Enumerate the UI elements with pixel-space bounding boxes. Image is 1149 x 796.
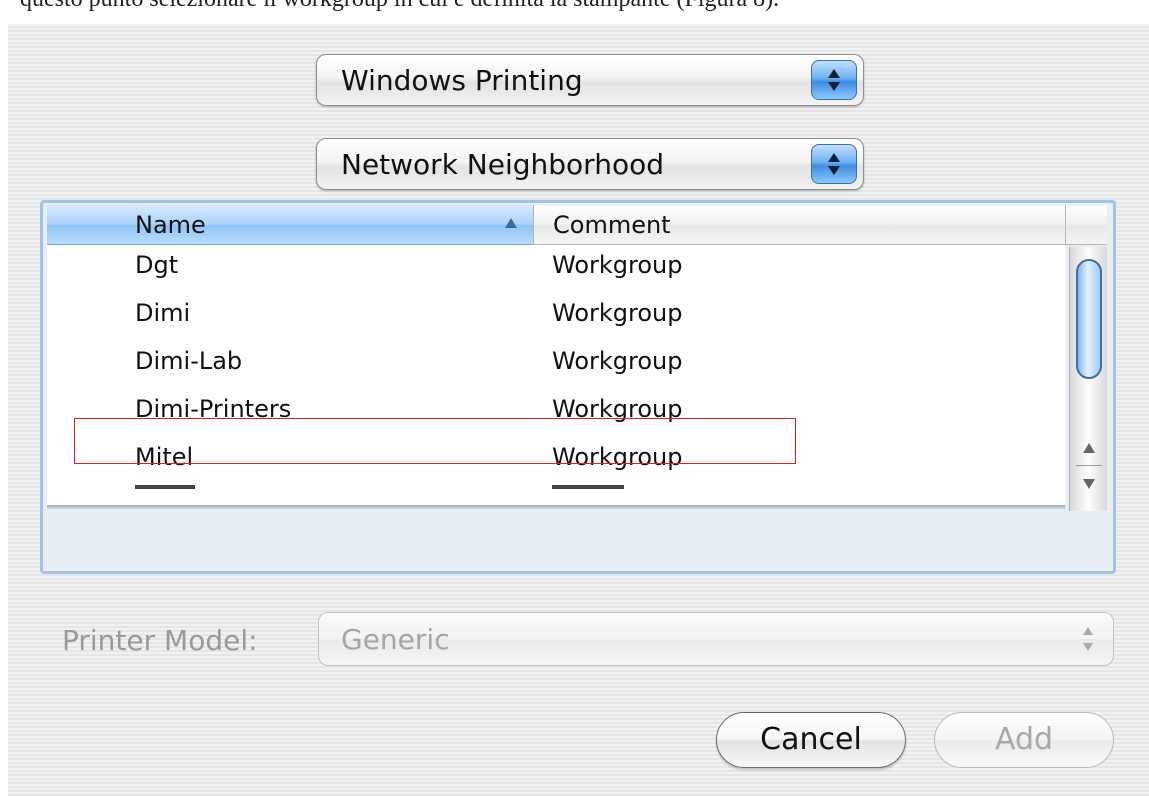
table-bottom-shadow	[47, 505, 1065, 510]
table-header: Name Comment	[47, 205, 1065, 245]
document-caption-text: questo punto selezionare il workgroup in…	[20, 0, 779, 13]
add-button[interactable]: Add	[934, 712, 1114, 768]
row-name: Dimi-Printers	[135, 395, 292, 423]
printer-model-label: Printer Model:	[62, 624, 258, 657]
sort-ascending-icon	[505, 218, 517, 228]
browse-popup[interactable]: Network Neighborhood	[316, 138, 864, 190]
row-comment: Workgroup	[552, 251, 683, 279]
workgroup-table: Name Comment Dgt Workgroup Dimi Workgrou…	[40, 200, 1116, 574]
table-row[interactable]: Mitel Workgroup	[47, 437, 1065, 485]
table-body: Name Comment Dgt Workgroup Dimi Workgrou…	[47, 205, 1065, 505]
cancel-button[interactable]: Cancel	[716, 712, 906, 768]
row-name: Mitel	[135, 443, 194, 471]
table-row[interactable]: Dimi Workgroup	[47, 293, 1065, 341]
scroll-down-arrow-icon[interactable]	[1083, 479, 1095, 489]
protocol-popup-label: Windows Printing	[341, 64, 583, 97]
popup-up-arrow-icon	[1083, 627, 1093, 635]
table-row[interactable]: Dimi-Lab Workgroup	[47, 341, 1065, 389]
popup-down-arrow-icon	[1083, 643, 1093, 651]
row-comment: Workgroup	[552, 299, 683, 327]
row-name: Dimi	[135, 299, 191, 327]
protocol-popup[interactable]: Windows Printing	[316, 54, 864, 106]
column-header-name[interactable]: Name	[47, 205, 533, 245]
partial-row	[47, 485, 1065, 505]
table-row[interactable]: Dgt Workgroup	[47, 245, 1065, 293]
column-header-comment[interactable]: Comment	[533, 205, 1065, 245]
browse-popup-label: Network Neighborhood	[341, 148, 664, 181]
row-comment: Workgroup	[552, 347, 683, 375]
popup-arrows-icon	[811, 144, 857, 184]
document-caption: questo punto selezionare il workgroup in…	[0, 0, 1149, 24]
popup-arrows-icon	[811, 60, 857, 100]
row-name: Dgt	[135, 251, 179, 279]
scrollbar-thumb[interactable]	[1076, 259, 1102, 379]
table-row[interactable]: Dimi-Printers Workgroup	[47, 389, 1065, 437]
row-comment: Workgroup	[552, 443, 683, 471]
row-comment: Workgroup	[552, 395, 683, 423]
printer-model-popup[interactable]: Generic	[318, 612, 1114, 666]
scrollbar-arrow-divider	[1076, 465, 1102, 466]
vertical-scrollbar[interactable]	[1069, 247, 1107, 511]
header-corner	[1065, 205, 1107, 245]
scroll-up-arrow-icon[interactable]	[1083, 443, 1095, 453]
printer-model-value: Generic	[341, 623, 450, 656]
row-name: Dimi-Lab	[135, 347, 243, 375]
column-header-comment-label: Comment	[553, 211, 671, 239]
column-header-name-label: Name	[135, 211, 206, 239]
